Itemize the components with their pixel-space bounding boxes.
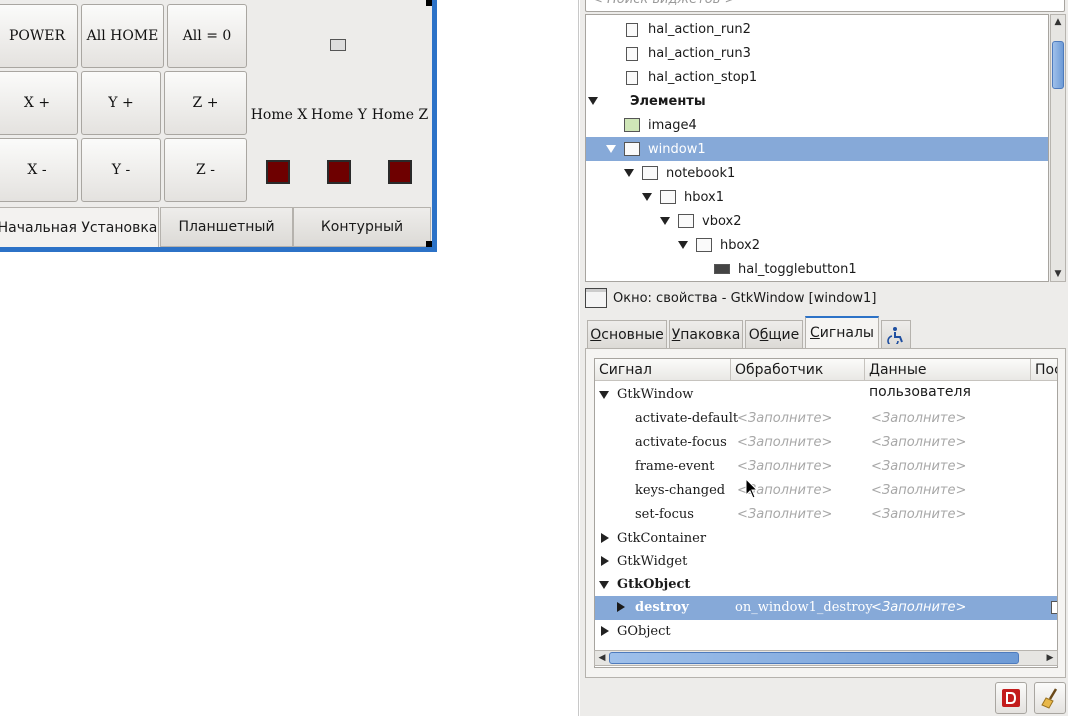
expander-down-icon[interactable]	[599, 391, 609, 399]
tree-vertical-scrollbar[interactable]: ▲ ▼	[1050, 14, 1066, 282]
signals-scroll-thumb[interactable]	[609, 652, 1019, 664]
home-y-label: Home Y	[311, 107, 367, 123]
scroll-right-arrow-icon[interactable]: ▶	[1043, 651, 1057, 665]
x-plus-button[interactable]: X +	[0, 71, 78, 135]
home-z-led	[388, 160, 412, 184]
togglebutton-icon	[714, 264, 730, 274]
tab-packing[interactable]: Упаковка	[669, 320, 743, 348]
expander-down-icon[interactable]	[642, 193, 652, 201]
expander-right-icon[interactable]	[617, 602, 625, 612]
tree-row[interactable]: notebook1	[586, 161, 1048, 185]
tab-signals[interactable]: Сигналы	[805, 316, 879, 348]
hal-action-icon	[626, 23, 638, 37]
expander-down-icon[interactable]	[624, 169, 634, 177]
signal-row[interactable]: frame-event <Заполните> <Заполните>	[595, 455, 1057, 479]
signals-table[interactable]: Сигнал Обработчик Данные пользователя По…	[594, 358, 1058, 668]
signal-row[interactable]: activate-focus <Заполните> <Заполните>	[595, 431, 1057, 455]
z-minus-button[interactable]: Z -	[164, 138, 247, 202]
after-checkbox[interactable]	[1051, 601, 1057, 614]
tree-row[interactable]: hal_action_run2	[586, 17, 1048, 41]
expander-down-icon[interactable]	[599, 581, 609, 589]
home-z-label: Home Z	[371, 107, 429, 123]
column-header-after[interactable]: Пос	[1031, 359, 1057, 381]
expander-right-icon[interactable]	[601, 533, 609, 543]
scroll-left-arrow-icon[interactable]: ◀	[595, 651, 609, 665]
image-icon	[624, 118, 640, 132]
hbox-icon	[660, 190, 676, 204]
column-header-handler[interactable]: Обработчик	[731, 359, 865, 381]
tab-common[interactable]: Об щие	[745, 320, 803, 348]
tree-row[interactable]: hbox1	[586, 185, 1048, 209]
properties-title: Окно: свойства - GtkWindow [window1]	[613, 290, 877, 306]
expander-down-icon[interactable]	[588, 97, 598, 105]
signal-group-row[interactable]: GtkWidget	[595, 550, 1057, 574]
tab-accessibility[interactable]	[881, 320, 911, 348]
column-header-user-data[interactable]: Данные пользователя	[865, 359, 1031, 400]
hbox-icon	[696, 238, 712, 252]
signal-group-row[interactable]: GObject	[595, 620, 1057, 644]
all-home-button[interactable]: All HOME	[81, 4, 164, 68]
vbox-icon	[678, 214, 694, 228]
signal-group-row[interactable]: GtkWindow	[595, 383, 1057, 407]
home-x-led	[266, 160, 290, 184]
tree-row[interactable]: vbox2	[586, 209, 1048, 233]
expander-right-icon[interactable]	[601, 626, 609, 636]
tab-contour[interactable]: Контурный	[293, 207, 431, 247]
scroll-down-arrow-icon[interactable]: ▼	[1051, 267, 1065, 281]
expander-down-icon[interactable]	[606, 145, 616, 153]
delete-icon	[1002, 689, 1020, 707]
x-minus-button[interactable]: X -	[0, 138, 78, 202]
clear-button[interactable]	[1034, 682, 1066, 714]
home-y-led	[327, 160, 351, 184]
z-plus-button[interactable]: Z +	[164, 71, 247, 135]
tab-general[interactable]: Основные	[587, 320, 667, 348]
signal-group-row[interactable]: GtkObject	[595, 573, 1057, 597]
all-zero-button[interactable]: All = 0	[167, 4, 247, 68]
tree-row[interactable]: hal_action_run3	[586, 41, 1048, 65]
expander-right-icon[interactable]	[601, 556, 609, 566]
resize-handle-top-right[interactable]	[426, 0, 432, 6]
power-button[interactable]: POWER	[0, 4, 78, 68]
window-icon	[585, 288, 607, 308]
hal-action-icon	[626, 47, 638, 61]
tab-flatbed[interactable]: Планшетный	[160, 207, 293, 247]
placeholder-widget-icon	[330, 39, 346, 51]
broom-icon	[1041, 688, 1058, 709]
signal-row-selected[interactable]: destroy on_window1_destroy <Заполните>	[595, 596, 1057, 620]
window-preview[interactable]: POWER All HOME All = 0 X + Y + Z + Home …	[0, 0, 437, 252]
scroll-up-arrow-icon[interactable]: ▲	[1051, 15, 1065, 29]
home-x-label: Home X	[250, 107, 308, 123]
expander-down-icon[interactable]	[678, 241, 688, 249]
y-plus-button[interactable]: Y +	[81, 71, 161, 135]
tree-row[interactable]: hbox2	[586, 233, 1048, 257]
widget-tree[interactable]: hal_action_run2 hal_action_run3 hal_acti…	[585, 14, 1049, 282]
signal-group-row[interactable]: GtkContainer	[595, 527, 1057, 551]
column-header-signal[interactable]: Сигнал	[595, 359, 731, 381]
signal-row[interactable]: set-focus <Заполните> <Заполните>	[595, 503, 1057, 527]
tab-initial-setup[interactable]: Начальная Установка	[0, 207, 159, 247]
tree-row-group[interactable]: Элементы	[586, 89, 1048, 113]
properties-header: Окно: свойства - GtkWindow [window1]	[585, 286, 1065, 310]
signal-row[interactable]: keys-changed <Заполните> <Заполните>	[595, 479, 1057, 503]
delete-handler-button[interactable]	[995, 682, 1027, 714]
y-minus-button[interactable]: Y -	[81, 138, 161, 202]
widget-search-input[interactable]: < Поиск виджетов >	[585, 0, 1065, 12]
resize-handle-bottom-right[interactable]	[426, 241, 432, 247]
signals-horizontal-scrollbar[interactable]: ◀ ▶	[594, 650, 1058, 666]
mouse-cursor-icon	[745, 478, 759, 499]
notebook-icon	[642, 166, 658, 180]
expander-down-icon[interactable]	[660, 217, 670, 225]
tree-row[interactable]: hal_action_stop1	[586, 65, 1048, 89]
tree-scroll-thumb[interactable]	[1052, 41, 1064, 89]
tree-row[interactable]: image4	[586, 113, 1048, 137]
tree-row-selected[interactable]: window1	[586, 137, 1048, 161]
window-icon	[624, 142, 640, 156]
signal-row[interactable]: activate-default <Заполните> <Заполните>	[595, 407, 1057, 431]
hal-action-icon	[626, 71, 638, 85]
tree-row[interactable]: hal_togglebutton1	[586, 257, 1048, 281]
accessibility-icon	[887, 326, 903, 344]
